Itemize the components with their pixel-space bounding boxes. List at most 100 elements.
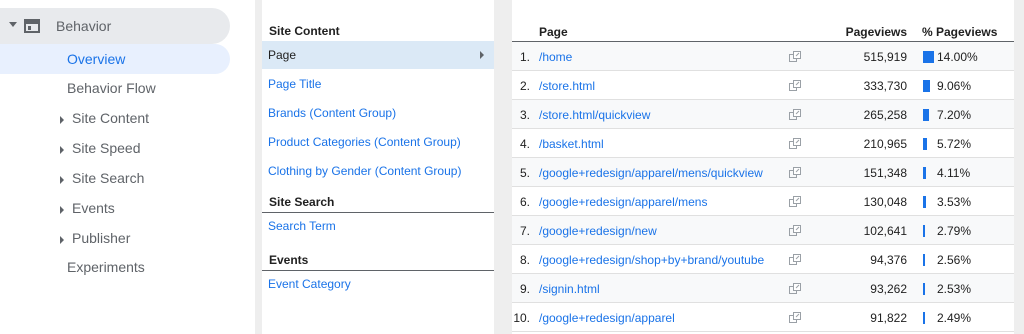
sidebar-item[interactable]: Site Content xyxy=(0,106,230,132)
nav-behavior[interactable]: Behavior xyxy=(0,8,230,44)
dimension-option[interactable]: Clothing by Gender (Content Group) xyxy=(262,157,494,185)
dimension-option[interactable]: Brands (Content Group) xyxy=(262,99,494,127)
sidebar-item[interactable]: Site Search xyxy=(0,166,230,192)
pageviews-value: 515,919 xyxy=(863,50,907,64)
col-header-pageviews[interactable]: Pageviews xyxy=(846,25,907,39)
table-header: Page Pageviews % Pageviews xyxy=(512,0,1014,42)
dimension-option[interactable]: Search Term xyxy=(262,212,494,240)
pct-value: 9.06% xyxy=(937,79,972,93)
pct-value: 2.49% xyxy=(937,311,972,325)
row-index: 2. xyxy=(519,79,530,93)
dimension-option[interactable]: Page Title xyxy=(262,70,494,98)
chevron-right-icon xyxy=(480,51,484,59)
pct-value: 2.79% xyxy=(937,224,972,238)
caret-right-icon xyxy=(60,116,64,124)
sidebar-item[interactable]: Experiments xyxy=(0,255,230,281)
row-index: 3. xyxy=(519,108,530,122)
open-page-icon[interactable] xyxy=(789,167,801,178)
pct-bar xyxy=(923,283,925,295)
behavior-window-icon xyxy=(24,19,40,33)
row-index: 6. xyxy=(519,195,530,209)
row-index: 4. xyxy=(519,137,530,151)
row-index: 5. xyxy=(519,166,530,180)
dimension-option-label: Page Title xyxy=(268,77,322,91)
pageviews-value: 130,048 xyxy=(863,195,907,209)
left-nav: Behavior Overview Behavior Flow Site Cont… xyxy=(0,0,255,334)
sidebar-item-label: Behavior Flow xyxy=(67,80,156,96)
dimension-option[interactable]: Page xyxy=(262,41,494,69)
table-row: 10. /google+redesign/apparel 91,822 2.49% xyxy=(512,303,1014,332)
dimension-option-label: Search Term xyxy=(268,219,336,233)
table-row: 2. /store.html 333,730 9.06% xyxy=(512,71,1014,100)
col-header-pct-pageviews[interactable]: % Pageviews xyxy=(922,25,997,39)
sidebar-item-label: Site Content xyxy=(72,110,150,126)
row-index: 7. xyxy=(519,224,530,238)
pct-bar xyxy=(923,167,926,179)
open-page-icon[interactable] xyxy=(789,109,801,120)
pct-bar xyxy=(923,254,925,266)
row-index: 10. xyxy=(513,311,530,325)
page-link[interactable]: /google+redesign/shop+by+brand/youtube xyxy=(539,253,764,267)
table-row: 5. /google+redesign/apparel/mens/quickvie… xyxy=(512,158,1014,187)
open-page-icon[interactable] xyxy=(789,283,801,294)
pageviews-value: 265,258 xyxy=(863,108,907,122)
gutter-right xyxy=(1014,0,1024,334)
caret-right-icon xyxy=(60,206,64,214)
pct-value: 14.00% xyxy=(937,50,978,64)
page-link[interactable]: /basket.html xyxy=(539,137,604,151)
table-row: 4. /basket.html 210,965 5.72% xyxy=(512,129,1014,158)
pageviews-value: 102,641 xyxy=(863,224,907,238)
row-index: 9. xyxy=(519,282,530,296)
col-header-page[interactable]: Page xyxy=(539,25,568,39)
page-link[interactable]: /store.html xyxy=(539,79,595,93)
pct-value: 4.11% xyxy=(937,166,971,180)
open-page-icon[interactable] xyxy=(789,312,801,323)
open-page-icon[interactable] xyxy=(789,80,801,91)
table-row: 6. /google+redesign/apparel/mens 130,048 3.… xyxy=(512,187,1014,216)
pct-value: 2.56% xyxy=(937,253,972,267)
table-row: 7. /google+redesign/new 102,641 2.79% xyxy=(512,216,1014,245)
caret-right-icon xyxy=(60,176,64,184)
pct-value: 5.72% xyxy=(937,137,972,151)
page-link[interactable]: /google+redesign/apparel xyxy=(539,311,675,325)
page-link[interactable]: /signin.html xyxy=(539,282,600,296)
nav-overview[interactable]: Overview xyxy=(0,44,230,74)
open-page-icon[interactable] xyxy=(789,138,801,149)
sidebar-item[interactable]: Events xyxy=(0,196,230,222)
sidebar-item-label: Publisher xyxy=(72,230,131,246)
sidebar-item[interactable]: Publisher xyxy=(0,226,230,252)
sidebar-item-label: Site Search xyxy=(72,170,145,186)
page-link[interactable]: /google+redesign/new xyxy=(539,224,657,238)
nav-overview-label: Overview xyxy=(67,51,126,67)
pct-value: 3.53% xyxy=(937,195,972,209)
row-index: 1. xyxy=(519,50,530,64)
sidebar-item[interactable]: Behavior Flow xyxy=(0,76,230,102)
page-link[interactable]: /home xyxy=(539,50,572,64)
pct-bar xyxy=(923,138,927,150)
caret-down-icon xyxy=(9,22,17,27)
pct-bar xyxy=(923,80,930,92)
caret-right-icon xyxy=(60,146,64,154)
nav-behavior-label: Behavior xyxy=(56,18,112,34)
sidebar-item-label: Experiments xyxy=(67,259,145,275)
open-page-icon[interactable] xyxy=(789,196,801,207)
pct-bar xyxy=(923,51,934,63)
pct-bar xyxy=(923,312,925,324)
pct-value: 2.53% xyxy=(937,282,972,296)
dimension-group-title: Site Content xyxy=(269,24,340,38)
sidebar-item[interactable]: Site Speed xyxy=(0,136,230,162)
gutter-middle xyxy=(494,0,512,334)
dimension-option[interactable]: Product Categories (Content Group) xyxy=(262,128,494,156)
open-page-icon[interactable] xyxy=(789,51,801,62)
dimension-group-header: Site Search xyxy=(262,189,494,213)
dimension-option[interactable]: Event Category xyxy=(262,270,494,298)
pageviews-value: 151,348 xyxy=(863,166,907,180)
page-link[interactable]: /google+redesign/apparel/mens/quickview xyxy=(539,166,763,180)
pageviews-value: 210,965 xyxy=(863,137,907,151)
open-page-icon[interactable] xyxy=(789,225,801,236)
dimension-option-label: Page xyxy=(268,48,297,62)
dimension-picker: Site Content Page Page Title Brands (Conten… xyxy=(262,0,494,334)
open-page-icon[interactable] xyxy=(789,254,801,265)
page-link[interactable]: /store.html/quickview xyxy=(539,108,650,122)
page-link[interactable]: /google+redesign/apparel/mens xyxy=(539,195,707,209)
